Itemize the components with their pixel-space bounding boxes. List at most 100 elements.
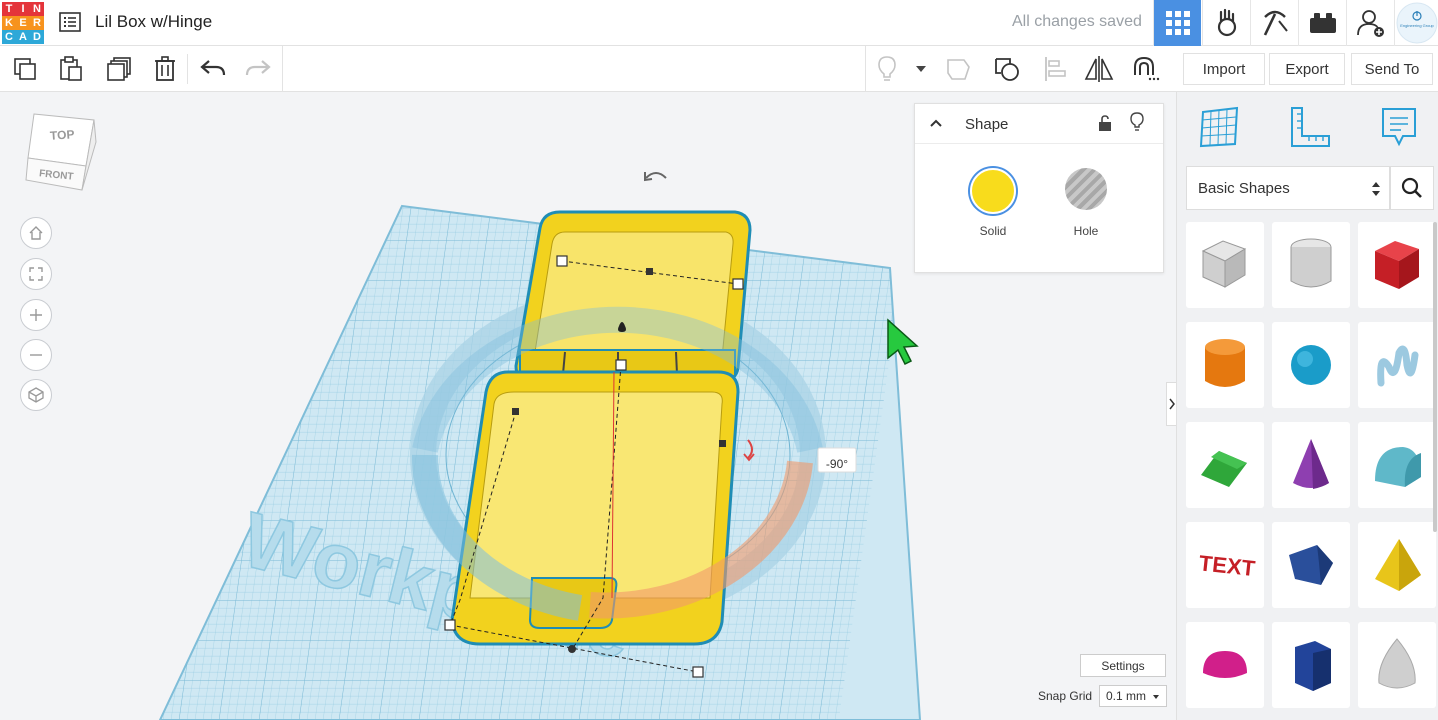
lightbulb-icon [878,56,896,81]
pickaxe-icon [1263,10,1288,36]
duplicate-icon [107,57,131,81]
group-button[interactable] [944,54,974,84]
rotation-angle-readout: -90° [825,457,849,471]
sim-lab-button[interactable] [1202,0,1250,46]
notes-tool[interactable] [1379,106,1419,153]
align-button[interactable] [1040,54,1070,84]
visibility-dropdown[interactable] [906,54,936,84]
ungroup-button[interactable] [992,54,1022,84]
shape-tile-polygon[interactable] [1272,522,1350,608]
import-button[interactable]: Import [1183,53,1265,85]
logo-letter: A [16,30,30,44]
shape-tile-pyramid[interactable] [1358,522,1436,608]
shape-tile-scribble[interactable] [1358,322,1436,408]
snap-grid-select[interactable]: 0.1 mm [1099,685,1167,707]
show-all-button[interactable] [872,54,902,84]
view-cube-top[interactable]: TOP [50,127,75,143]
ortho-view-button[interactable] [20,379,52,411]
undo-icon [200,60,226,76]
design-title[interactable]: Lil Box w/Hinge [95,12,212,32]
zoom-in-button[interactable] [20,299,52,331]
collapse-chevron-icon[interactable] [929,118,943,128]
zoom-out-button[interactable] [20,339,52,371]
logo-letter: K [2,16,16,30]
paste-icon [60,56,82,81]
ruler-tool[interactable] [1289,106,1331,153]
panel-collapse-handle[interactable] [1166,382,1176,426]
home-icon [29,226,43,240]
invite-user-button[interactable] [1346,0,1394,46]
copy-button[interactable] [10,54,40,84]
undo-button[interactable] [198,54,228,84]
roof-icon [1201,451,1247,487]
polygon-icon [1289,545,1333,585]
tinkercad-logo[interactable]: TINKERCAD [2,2,46,44]
solid-swatch[interactable] [970,168,1016,214]
search-shapes-button[interactable] [1390,166,1434,210]
cylinder-icon [1205,339,1245,387]
cruise-button[interactable] [1130,54,1160,84]
shape-tile-half-sphere[interactable] [1186,622,1264,708]
3d-view-button[interactable] [1153,0,1201,46]
logo-letter: N [30,2,44,16]
logo-letter: I [16,2,30,16]
panel-scrollbar[interactable] [1433,222,1437,532]
snap-grid-label: Snap Grid [1038,689,1093,703]
round-roof-icon [1375,447,1421,487]
plus-icon [30,309,42,321]
logo-letter: C [2,30,16,44]
sphere-icon [1291,345,1331,385]
fit-view-button[interactable] [20,258,52,290]
logo-letter: D [30,30,44,44]
shape-tile-text[interactable]: TEXT [1186,522,1264,608]
hand-apple-icon [1217,8,1236,37]
account-avatar[interactable]: Engineering Group [1394,0,1438,46]
view-cube[interactable]: TOP FRONT [22,112,102,196]
export-button[interactable]: Export [1269,53,1345,85]
shape-category-select[interactable]: Basic Shapes [1186,166,1390,210]
ruler-icon [1291,107,1330,147]
shape-tile-paraboloid[interactable] [1358,622,1436,708]
box-icon [1375,241,1419,289]
shape-tile-cylinder-hole[interactable] [1272,222,1350,308]
home-view-button[interactable] [20,217,52,249]
note-icon [1382,108,1416,147]
lock-icon[interactable] [1097,114,1113,132]
minus-icon [30,354,42,356]
hole-option[interactable]: Hole [1056,168,1116,238]
duplicate-button[interactable] [104,54,134,84]
hole-swatch[interactable] [1065,168,1107,210]
send-to-button[interactable]: Send To [1351,53,1433,85]
shape-inspector: Shape Solid Hole [914,103,1164,273]
shape-tile-cone[interactable] [1272,422,1350,508]
mirror-icon [1084,56,1114,82]
blocks-button[interactable] [1250,0,1298,46]
search-icon [1401,177,1422,198]
prism-icon [1295,641,1331,691]
paste-button[interactable] [56,54,86,84]
shape-tile-box[interactable] [1358,222,1436,308]
shape-tile-sphere[interactable] [1272,322,1350,408]
copy-icon [14,58,36,80]
settings-button[interactable]: Settings [1080,654,1166,677]
snap-grid-value: 0.1 mm [1106,689,1147,703]
redo-icon [245,60,271,76]
shape-tile-round-roof[interactable] [1358,422,1436,508]
paraboloid-icon [1378,638,1416,689]
delete-button[interactable] [150,54,180,84]
shape-tile-roof[interactable] [1186,422,1264,508]
lightbulb-icon[interactable] [1129,112,1145,132]
text-icon: TEXT [1198,550,1257,581]
brick-icon [1309,13,1336,33]
design-list-icon[interactable] [59,12,81,32]
redo-button[interactable] [243,54,273,84]
workplane-tool[interactable] [1199,106,1241,153]
cube-icon [28,387,44,403]
shape-tile-box-hole[interactable] [1186,222,1264,308]
rotate-arrow-icon[interactable] [645,172,667,179]
shape-tile-cylinder[interactable] [1186,322,1264,408]
mirror-button[interactable] [1084,54,1114,84]
bricks-button[interactable] [1298,0,1346,46]
solid-option[interactable]: Solid [963,168,1023,238]
shape-tile-prism[interactable] [1272,622,1350,708]
